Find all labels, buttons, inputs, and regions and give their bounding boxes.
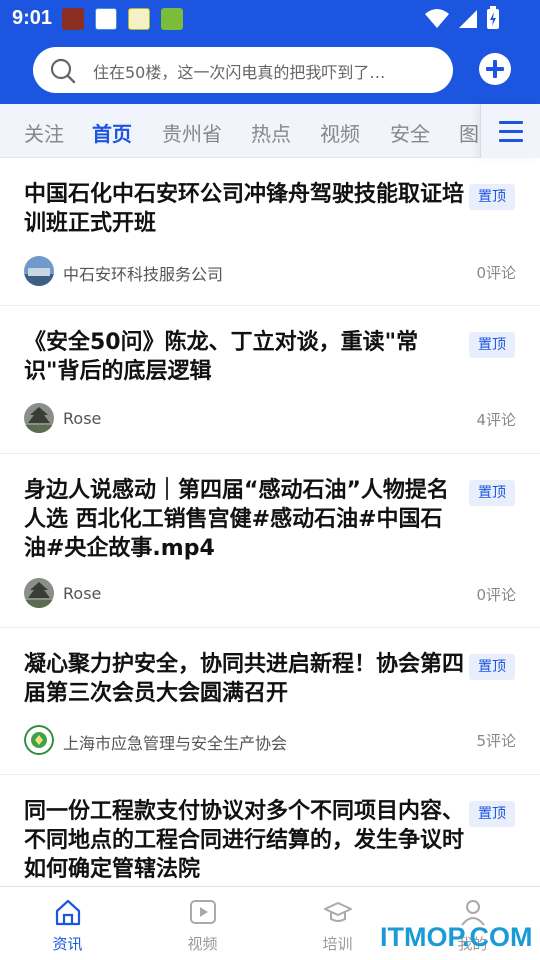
play-icon	[190, 900, 216, 924]
category-tab-bar: 关注 首页 贵州省 热点 视频 安全 图	[0, 104, 540, 158]
nav-news[interactable]: 资讯	[0, 887, 135, 960]
graduation-cap-icon	[324, 902, 352, 922]
search-bar[interactable]: 住在50楼，这一次闪电真的把我吓到了…	[33, 47, 453, 93]
watermark: ITMOP.COM	[380, 922, 533, 952]
nav-label: 视频	[187, 935, 218, 953]
add-button[interactable]	[478, 52, 512, 86]
tab-safety[interactable]: 安全	[390, 118, 430, 147]
comment-count: 4评论	[476, 411, 516, 429]
news-title[interactable]: 同一份工程款支付协议对多个不同项目内容、不同地点的工程合同进行结算的，发生争议时…	[24, 797, 464, 884]
news-item[interactable]: 中国石化中石安环公司冲锋舟驾驶技能取证培训班正式开班 置顶 中石安环科技服务公司…	[0, 158, 540, 306]
tab-guizhou[interactable]: 贵州省	[162, 118, 222, 147]
comment-count: 0评论	[476, 264, 516, 282]
source-name[interactable]: 中石安环科技服务公司	[63, 261, 223, 285]
tab-menu-button[interactable]	[480, 104, 540, 158]
news-item[interactable]: 《安全50问》陈龙、丁立对谈，重读"常识"背后的底层逻辑 置顶 Rose 4评论	[0, 306, 540, 454]
pinned-badge: 置顶	[469, 654, 515, 680]
source-name[interactable]: 上海市应急管理与安全生产协会	[63, 730, 287, 754]
pinned-badge: 置顶	[469, 801, 515, 827]
battery-icon	[487, 6, 499, 29]
source-avatar	[24, 256, 54, 286]
tab-hot[interactable]: 热点	[251, 118, 291, 147]
notification-app-icon	[95, 8, 117, 30]
nav-video[interactable]: 视频	[135, 887, 270, 960]
pinned-badge: 置顶	[469, 332, 515, 358]
category-tabs: 关注 首页 贵州省 热点 视频 安全 图	[0, 104, 480, 158]
pinned-badge: 置顶	[469, 184, 515, 210]
source-name[interactable]: Rose	[63, 584, 101, 603]
tab-video[interactable]: 视频	[320, 118, 360, 147]
notification-app-icon	[128, 8, 150, 30]
tab-follow[interactable]: 关注	[24, 118, 64, 147]
source-avatar	[24, 403, 54, 433]
source-name[interactable]: Rose	[63, 409, 101, 428]
comment-count: 0评论	[476, 586, 516, 604]
app-header: 9:01 住在50楼，这一次闪电真的把我吓到了…	[0, 0, 540, 104]
source-avatar	[24, 725, 54, 755]
news-item[interactable]: 凝心聚力护安全，协同共进启新程！协会第四届第三次会员大会圆满召开 置顶 上海市应…	[0, 628, 540, 775]
wifi-icon	[425, 9, 449, 28]
news-title[interactable]: 凝心聚力护安全，协同共进启新程！协会第四届第三次会员大会圆满召开	[24, 650, 464, 708]
comment-count: 5评论	[476, 732, 516, 750]
notification-app-icon	[161, 8, 183, 30]
news-item[interactable]: 身边人说感动｜第四届“感动石油”人物提名人选 西北化工销售宫健#感动石油#中国石…	[0, 454, 540, 628]
search-icon	[50, 58, 76, 84]
pinned-badge: 置顶	[469, 480, 515, 506]
signal-icon	[459, 10, 477, 28]
news-feed: 中国石化中石安环公司冲锋舟驾驶技能取证培训班正式开班 置顶 中石安环科技服务公司…	[0, 158, 540, 886]
menu-icon	[499, 121, 523, 124]
notification-app-icon	[62, 8, 84, 30]
search-placeholder[interactable]: 住在50楼，这一次闪电真的把我吓到了…	[93, 59, 438, 83]
home-icon	[55, 899, 81, 926]
status-time: 9:01	[12, 7, 53, 29]
news-title[interactable]: 《安全50问》陈龙、丁立对谈，重读"常识"背后的底层逻辑	[24, 328, 464, 386]
news-item[interactable]: 同一份工程款支付协议对多个不同项目内容、不同地点的工程合同进行结算的，发生争议时…	[0, 775, 540, 886]
status-bar: 9:01	[0, 0, 540, 38]
tab-home[interactable]: 首页	[92, 118, 132, 147]
news-title[interactable]: 中国石化中石安环公司冲锋舟驾驶技能取证培训班正式开班	[24, 180, 464, 238]
news-title[interactable]: 身边人说感动｜第四届“感动石油”人物提名人选 西北化工销售宫健#感动石油#中国石…	[24, 476, 464, 563]
source-avatar	[24, 578, 54, 608]
nav-label: 资讯	[52, 935, 83, 953]
tab-images[interactable]: 图	[459, 118, 479, 147]
